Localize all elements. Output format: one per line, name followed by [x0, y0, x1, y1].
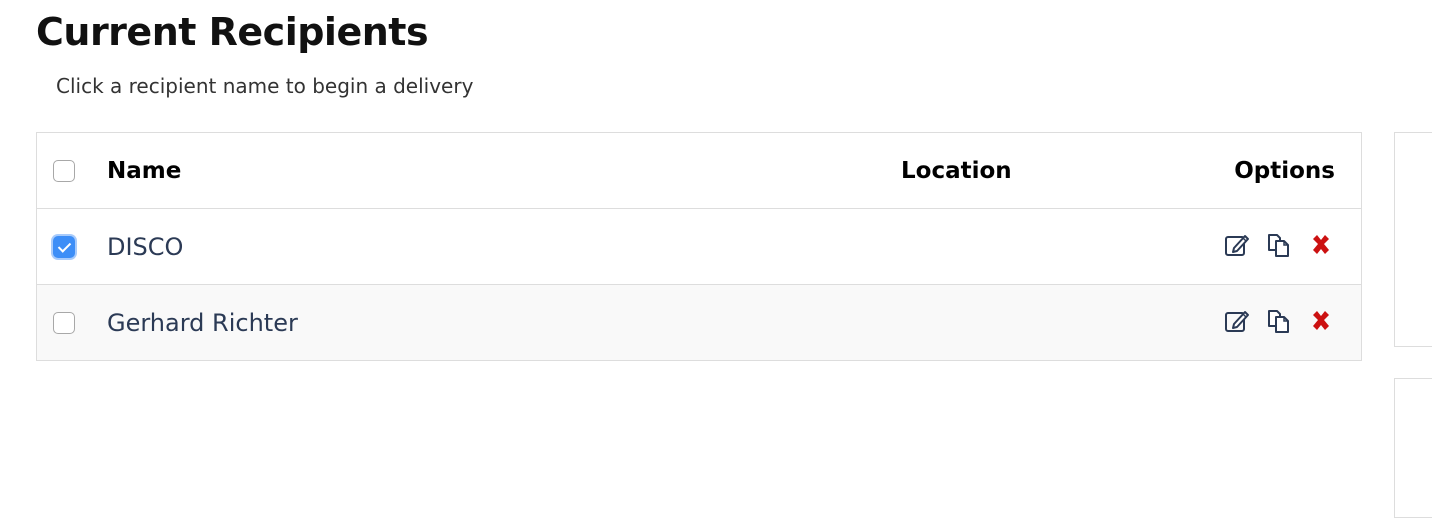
options-cell: [1201, 208, 1361, 285]
table-row: DISCO: [37, 208, 1361, 285]
delete-icon[interactable]: [1307, 231, 1335, 259]
table-row: Gerhard Richter: [37, 284, 1361, 360]
copy-icon[interactable]: [1265, 231, 1293, 259]
column-header-location: Location: [901, 133, 1201, 209]
recipient-name-link[interactable]: DISCO: [107, 233, 183, 261]
side-panel-bottom: [1394, 378, 1432, 518]
column-header-name: Name: [107, 133, 901, 209]
recipient-name-cell: Gerhard Richter: [107, 284, 901, 360]
select-all-checkbox[interactable]: [53, 160, 75, 182]
column-header-options: Options: [1201, 133, 1361, 209]
recipient-name-cell: DISCO: [107, 208, 901, 285]
edit-icon[interactable]: [1223, 231, 1251, 259]
page-subtitle: Click a recipient name to begin a delive…: [56, 74, 474, 98]
row-select-cell: [37, 284, 107, 360]
table-header-row: Name Location Options: [37, 133, 1361, 209]
recipient-name-link[interactable]: Gerhard Richter: [107, 309, 298, 337]
copy-icon[interactable]: [1265, 307, 1293, 335]
options-cell: [1201, 284, 1361, 360]
recipient-location: [901, 284, 1201, 360]
row-checkbox[interactable]: [53, 235, 75, 258]
row-checkbox[interactable]: [53, 311, 75, 334]
recipient-location: [901, 208, 1201, 285]
page-title: Current Recipients: [36, 10, 429, 54]
select-all-cell: [37, 133, 107, 209]
delete-icon[interactable]: [1307, 307, 1335, 335]
side-panel-top: [1394, 132, 1432, 347]
recipients-table: Name Location Options DISCO Gerhard Rich…: [36, 132, 1362, 361]
row-select-cell: [37, 208, 107, 285]
edit-icon[interactable]: [1223, 307, 1251, 335]
